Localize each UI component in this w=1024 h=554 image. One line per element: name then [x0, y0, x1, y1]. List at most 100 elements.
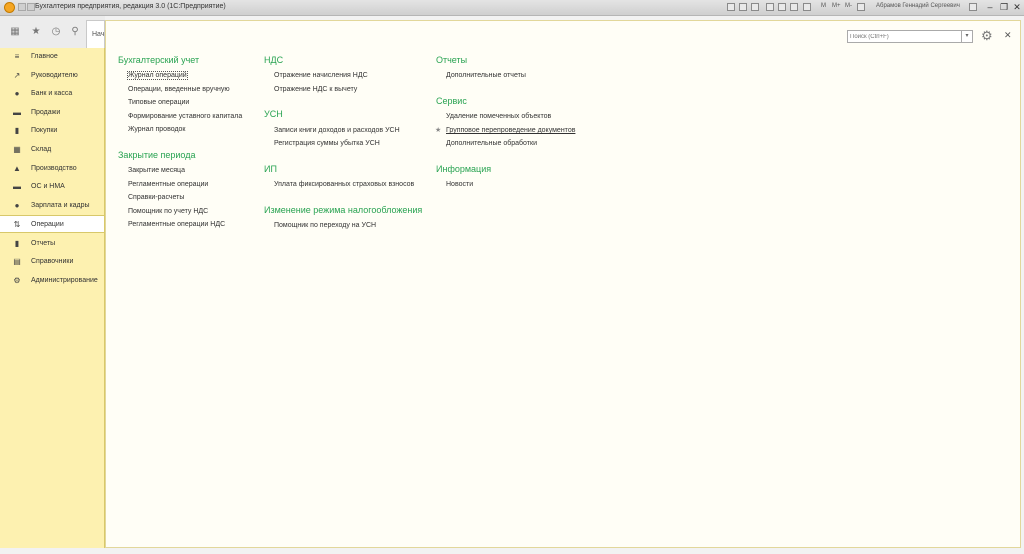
sidebar-item-purchases[interactable]: ▮ Покупки	[0, 122, 104, 140]
link-insurance-payments[interactable]: Уплата фиксированных страховых взносов	[274, 181, 414, 188]
link-manual-operations[interactable]: Операции, введенные вручную	[128, 86, 230, 93]
trend-icon: ↗	[13, 71, 21, 80]
window-title: Бухгалтерия предприятия, редакция 3.0 (1…	[35, 3, 226, 10]
sidebar-item-management[interactable]: ↗ Руководителю	[0, 67, 104, 85]
history-icon[interactable]	[766, 3, 774, 11]
link-icon[interactable]	[778, 3, 786, 11]
sidebar-item-warehouse[interactable]: ▦ Склад	[0, 141, 104, 159]
close-window-icon[interactable]: ✕	[1010, 1, 1024, 13]
app-logo-icon[interactable]	[4, 2, 15, 13]
link-vat-regular-operations[interactable]: Регламентные операции НДС	[128, 221, 225, 228]
warehouse-icon: ▦	[13, 145, 21, 154]
sections-sidebar: ≡ Главное ↗ Руководителю ● Банк и касса …	[0, 48, 105, 552]
sidebar-item-label: Администрирование	[31, 277, 98, 284]
link-month-closing[interactable]: Закрытие месяца	[128, 167, 185, 174]
link-group-reposting[interactable]: Групповое перепроведение документов	[446, 127, 575, 134]
sales-icon: ▬	[13, 108, 21, 117]
print-icon[interactable]	[739, 3, 747, 11]
chart-icon: ▮	[14, 239, 20, 248]
link-regular-operations[interactable]: Регламентные операции	[128, 181, 208, 188]
back-icon[interactable]	[18, 3, 26, 11]
forward-icon[interactable]	[27, 3, 35, 11]
section-title-vat: НДС	[264, 55, 284, 65]
chevron-down-icon[interactable]: ▾	[961, 31, 972, 42]
section-title-usn: УСН	[264, 109, 283, 119]
gear-icon: ⚙	[13, 276, 21, 285]
sidebar-item-production[interactable]: ▲ Производство	[0, 160, 104, 178]
favorite-star-icon[interactable]: ★	[435, 126, 441, 134]
sidebar-item-salary[interactable]: ● Зарплата и кадры	[0, 197, 104, 215]
section-title-period-closing: Закрытие периода	[118, 150, 196, 160]
sidebar-item-label: Покупки	[31, 127, 58, 134]
link-typical-operations[interactable]: Типовые операции	[128, 99, 189, 106]
menu-grid-icon[interactable]: ▦	[8, 25, 22, 39]
tab-start-page[interactable]: Нач	[86, 20, 105, 48]
cart-icon: ▮	[14, 126, 20, 135]
minimize-icon[interactable]: –	[983, 1, 997, 13]
link-usn-transition[interactable]: Помощник по переходу на УСН	[274, 222, 376, 229]
save-icon[interactable]	[727, 3, 735, 11]
calendar-icon[interactable]	[857, 3, 865, 11]
sidebar-item-label: Производство	[31, 165, 77, 172]
truck-icon: ▬	[13, 182, 21, 191]
favorites-star-icon[interactable]: ★	[29, 25, 43, 39]
link-entries-journal[interactable]: Журнал проводок	[128, 126, 185, 133]
sidebar-item-bank[interactable]: ● Банк и касса	[0, 85, 104, 103]
section-panel: ▾ ⚙ ✕ Бухгалтерский учет Журнал операций…	[105, 20, 1021, 548]
sidebar-item-catalogs[interactable]: ▤ Справочники	[0, 253, 104, 271]
history-clock-icon[interactable]: ◷	[49, 25, 63, 39]
link-news[interactable]: Новости	[446, 181, 473, 188]
link-loss-registration[interactable]: Регистрация суммы убытка УСН	[274, 140, 380, 147]
books-icon: ▤	[13, 257, 21, 266]
calculator-icon[interactable]	[803, 3, 811, 11]
sidebar-item-label: Главное	[31, 53, 58, 60]
preview-icon[interactable]	[751, 3, 759, 11]
person-icon: ●	[14, 201, 20, 210]
link-additional-processing[interactable]: Дополнительные обработки	[446, 140, 537, 147]
info-icon[interactable]	[969, 3, 977, 11]
sidebar-item-label: Операции	[31, 221, 64, 228]
section-title-ip: ИП	[264, 164, 277, 174]
section-title-service: Сервис	[436, 96, 467, 106]
coin-icon: ●	[14, 89, 20, 98]
memory-minus-button[interactable]: M-	[845, 3, 852, 9]
sidebar-item-label: Отчеты	[31, 240, 56, 247]
link-delete-marked[interactable]: Удаление помеченных объектов	[446, 113, 551, 120]
sidebar-item-label: Справочники	[31, 258, 74, 265]
sidebar-item-label: Банк и касса	[31, 90, 73, 97]
sidebar-item-label: Продажи	[31, 109, 61, 116]
link-additional-reports[interactable]: Дополнительные отчеты	[446, 72, 526, 79]
factory-icon: ▲	[13, 164, 21, 173]
current-user[interactable]: Абрамов Геннадий Сергеевич	[876, 3, 960, 9]
memory-button[interactable]: M	[821, 3, 826, 9]
sidebar-item-label: Склад	[31, 146, 52, 153]
sidebar-item-administration[interactable]: ⚙ Администрирование	[0, 272, 104, 290]
status-bar	[0, 548, 1024, 554]
sidebar-item-main[interactable]: ≡ Главное	[0, 48, 104, 66]
favorite-icon[interactable]	[790, 3, 798, 11]
search-icon[interactable]: ⚲	[68, 25, 82, 39]
link-income-book[interactable]: Записи книги доходов и расходов УСН	[274, 127, 400, 134]
sidebar-item-operations[interactable]: ⇅ Операции	[0, 215, 104, 233]
link-vat-accrual[interactable]: Отражение начисления НДС	[274, 72, 368, 79]
operations-icon: ⇅	[13, 220, 21, 229]
close-icon[interactable]: ✕	[1004, 30, 1012, 41]
memory-plus-button[interactable]: M+	[832, 3, 841, 9]
link-charter-capital[interactable]: Формирование уставного капитала	[128, 113, 242, 120]
settings-gear-icon[interactable]: ⚙	[981, 28, 993, 44]
section-title-accounting: Бухгалтерский учет	[118, 55, 200, 65]
sidebar-item-label: ОС и НМА	[31, 183, 65, 190]
restore-icon[interactable]: ❐	[997, 1, 1011, 13]
sidebar-item-reports[interactable]: ▮ Отчеты	[0, 235, 104, 253]
section-title-reports: Отчеты	[436, 55, 468, 65]
search-input[interactable]	[848, 31, 964, 42]
link-calculations[interactable]: Справки-расчеты	[128, 194, 184, 201]
search-box[interactable]: ▾	[847, 30, 973, 43]
window-title-bar: Бухгалтерия предприятия, редакция 3.0 (1…	[0, 0, 1024, 16]
link-vat-assistant[interactable]: Помощник по учету НДС	[128, 208, 208, 215]
sidebar-item-assets[interactable]: ▬ ОС и НМА	[0, 178, 104, 196]
sidebar-item-label: Зарплата и кадры	[31, 202, 90, 209]
link-vat-deduction[interactable]: Отражение НДС к вычету	[274, 86, 357, 93]
sidebar-item-sales[interactable]: ▬ Продажи	[0, 104, 104, 122]
link-operations-journal[interactable]: Журнал операций	[127, 71, 188, 80]
